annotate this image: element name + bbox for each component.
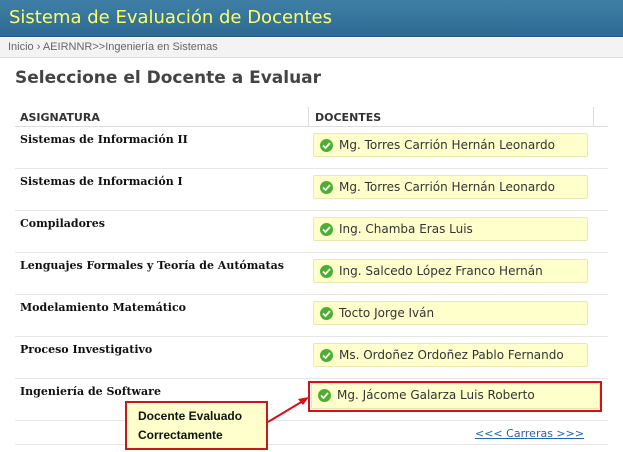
teacher-name: Ing. Salcedo López Franco Hernán	[339, 264, 543, 278]
table-row: Lenguajes Formales y Teoría de Autómatas…	[15, 253, 608, 295]
teacher-cell[interactable]: Ing. Salcedo López Franco Hernán	[313, 259, 588, 283]
table-row: Modelamiento Matemático Tocto Jorge Iván	[15, 295, 608, 337]
subject-name: Ingeniería de Software	[20, 385, 161, 398]
check-circle-icon	[320, 349, 333, 362]
teacher-name: Ms. Ordoñez Ordoñez Pablo Fernando	[339, 348, 564, 362]
subject-name: Proceso Investigativo	[20, 343, 153, 356]
teacher-name: Mg. Jácome Galarza Luis Roberto	[337, 388, 535, 402]
table-row: Sistemas de Información II Mg. Torres Ca…	[15, 127, 608, 169]
teacher-cell[interactable]: Mg. Torres Carrión Hernán Leonardo	[313, 133, 588, 157]
column-header-asignatura: ASIGNATURA	[20, 111, 100, 124]
subject-name: Sistemas de Información II	[20, 133, 188, 146]
evaluated-callout: Docente Evaluado Correctamente	[125, 401, 268, 450]
teacher-cell[interactable]: Ing. Chamba Eras Luis	[313, 217, 588, 241]
check-circle-icon	[320, 139, 333, 152]
teacher-cell[interactable]: Ms. Ordoñez Ordoñez Pablo Fernando	[313, 343, 588, 367]
subject-name: Lenguajes Formales y Teoría de Autómatas	[20, 259, 284, 272]
breadcrumb[interactable]: Inicio › AEIRNNR>>Ingeniería en Sistemas	[0, 38, 623, 58]
callout-line: Correctamente	[138, 428, 223, 442]
carreras-link[interactable]: <<< Carreras >>>	[475, 427, 584, 440]
table-row: Ingeniería de Software Mg. Jácome Galarz…	[15, 379, 608, 421]
callout-line: Docente Evaluado	[138, 409, 243, 423]
teacher-cell[interactable]: Mg. Jácome Galarza Luis Roberto	[311, 383, 600, 409]
teacher-name: Mg. Torres Carrión Hernán Leonardo	[339, 180, 555, 194]
check-circle-icon	[318, 389, 331, 402]
subject-name: Compiladores	[20, 217, 105, 230]
subject-name: Modelamiento Matemático	[20, 301, 187, 314]
app-header: Sistema de Evaluación de Docentes	[0, 0, 623, 37]
page-title: Seleccione el Docente a Evaluar	[15, 68, 322, 88]
check-circle-icon	[320, 223, 333, 236]
teacher-name: Tocto Jorge Iván	[339, 306, 435, 320]
teacher-table: ASIGNATURA DOCENTES Sistemas de Informac…	[15, 105, 608, 445]
check-circle-icon	[320, 307, 333, 320]
teacher-cell[interactable]: Mg. Torres Carrión Hernán Leonardo	[313, 175, 588, 199]
table-header: ASIGNATURA DOCENTES	[15, 105, 608, 127]
column-divider	[308, 107, 309, 127]
subject-name: Sistemas de Información I	[20, 175, 183, 188]
check-circle-icon	[320, 181, 333, 194]
check-circle-icon	[320, 265, 333, 278]
teacher-cell[interactable]: Tocto Jorge Iván	[313, 301, 588, 325]
table-row: Sistemas de Información I Mg. Torres Car…	[15, 169, 608, 211]
table-row: Proceso Investigativo Ms. Ordoñez Ordoñe…	[15, 337, 608, 379]
column-divider	[593, 107, 594, 127]
teacher-name: Mg. Torres Carrión Hernán Leonardo	[339, 138, 555, 152]
table-row: Compiladores Ing. Chamba Eras Luis	[15, 211, 608, 253]
table-footer: <<< Carreras >>>	[15, 421, 608, 445]
app-title: Sistema de Evaluación de Docentes	[9, 7, 332, 28]
teacher-name: Ing. Chamba Eras Luis	[339, 222, 473, 236]
column-header-docentes: DOCENTES	[315, 111, 382, 124]
